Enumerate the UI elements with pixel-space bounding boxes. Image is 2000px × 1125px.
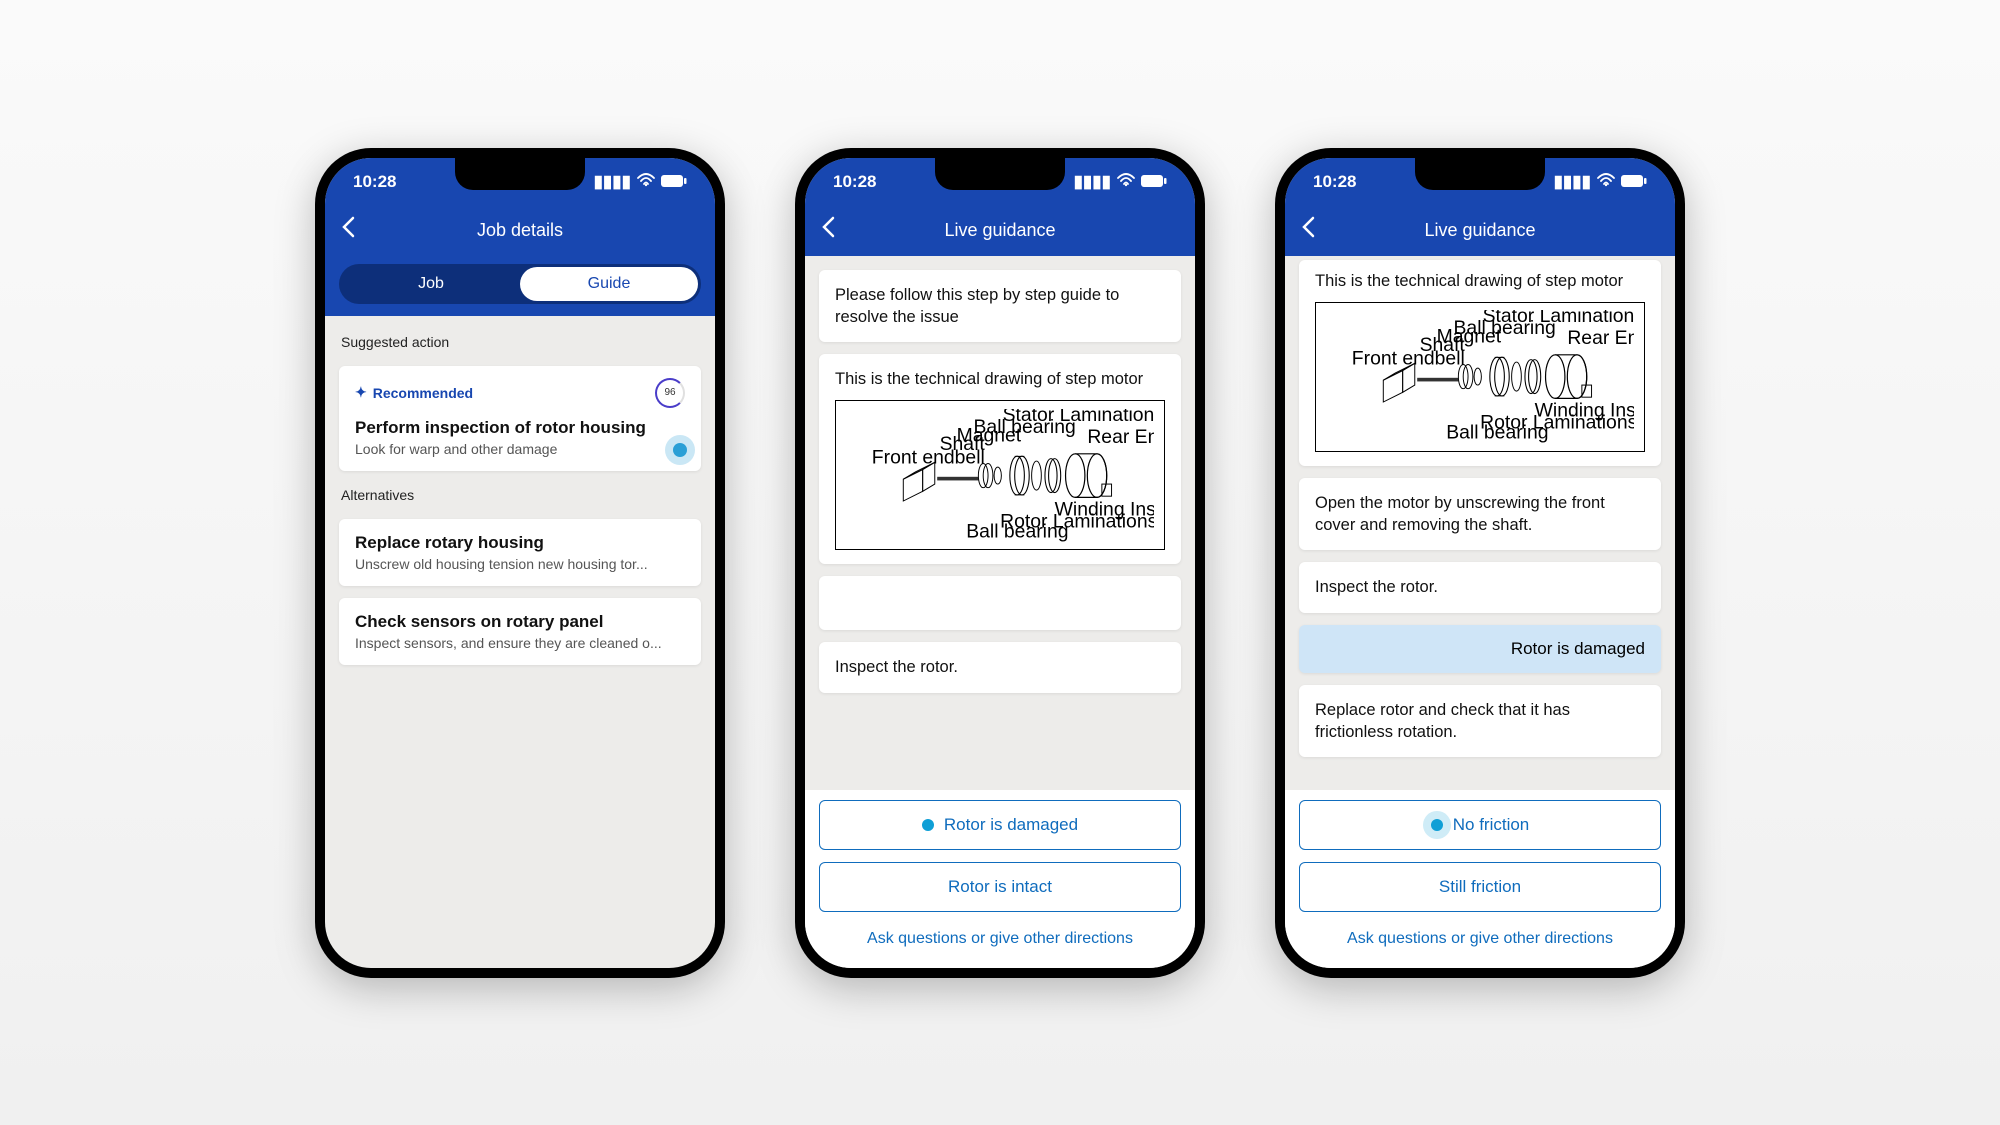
drawing-card: This is the technical drawing of step mo… [819,354,1181,564]
ask-link[interactable]: Ask questions or give other directions [1299,924,1661,950]
alt-title: Replace rotary housing [355,533,685,553]
intro-text: Please follow this step by step guide to… [835,284,1165,329]
alt-card[interactable]: Replace rotary housing Unscrew old housi… [339,519,701,586]
option-label: Rotor is damaged [944,815,1078,835]
recommended-badge: ✦ Recommended [355,384,473,401]
bottom-actions: No friction Still friction Ask questions… [1285,790,1675,968]
technical-drawing [1315,302,1645,452]
back-button[interactable] [1301,216,1315,245]
option-label: No friction [1453,815,1530,835]
tab-job[interactable]: Job [342,267,520,301]
section-alternatives: Alternatives [339,483,701,507]
signal-icon: ▮▮▮▮ [1554,172,1591,192]
alt-sub: Inspect sensors, and ensure they are cle… [355,635,685,651]
score-value: 96 [664,387,675,398]
tab-bar: Job Guide [325,256,715,316]
status-time: 10:28 [833,172,876,192]
content-area: Please follow this step by step guide to… [805,256,1195,790]
battery-icon [1141,172,1167,192]
tab-guide[interactable]: Guide [520,267,698,301]
drawing-caption: This is the technical drawing of step mo… [835,368,1165,390]
header-title: Job details [325,220,715,241]
notch [1415,158,1545,190]
header-title: Live guidance [1285,220,1675,241]
battery-icon [661,172,687,192]
header-title: Live guidance [805,220,1195,241]
highlight-dot-icon [1431,819,1443,831]
phone-job-details: 10:28 ▮▮▮▮ Job details Job Guide [315,148,725,978]
ask-link[interactable]: Ask questions or give other directions [819,924,1181,950]
signal-icon: ▮▮▮▮ [1074,172,1111,192]
bottom-actions: Rotor is damaged Rotor is intact Ask que… [805,790,1195,968]
recommended-sub: Look for warp and other damage [355,441,685,457]
content-area: This is the technical drawing of step mo… [1285,256,1675,790]
content-area: Suggested action ✦ Recommended 96 Perfor… [325,316,715,968]
step-text: Open the motor by unscrewing the front c… [1315,492,1645,537]
sparkle-icon: ✦ [355,384,367,401]
recommended-card[interactable]: ✦ Recommended 96 Perform inspection of r… [339,366,701,471]
wifi-icon [1597,172,1615,192]
option-still-friction[interactable]: Still friction [1299,862,1661,912]
status-icons: ▮▮▮▮ [1074,172,1167,192]
back-button[interactable] [341,216,355,245]
signal-icon: ▮▮▮▮ [594,172,631,192]
notch [455,158,585,190]
option-rotor-damaged[interactable]: Rotor is damaged [819,800,1181,850]
recommended-label: Recommended [373,385,473,401]
highlight-dot-icon [673,443,687,457]
highlight-dot-icon [922,819,934,831]
section-suggested: Suggested action [339,330,701,354]
step-card: Open the motor by unscrewing the front c… [1299,478,1661,551]
blank-card [819,576,1181,630]
wifi-icon [637,172,655,192]
option-no-friction[interactable]: No friction [1299,800,1661,850]
user-response-card: Rotor is damaged [1299,625,1661,673]
app-header: Live guidance [805,206,1195,256]
app-header: Job details [325,206,715,256]
phone-live-guidance-2: 10:28 ▮▮▮▮ Live guidance This is the tec… [1275,148,1685,978]
step-text: Replace rotor and check that it has fric… [1315,699,1645,744]
option-label: Still friction [1439,877,1521,897]
app-header: Live guidance [1285,206,1675,256]
alt-title: Check sensors on rotary panel [355,612,685,632]
wifi-icon [1117,172,1135,192]
option-label: Rotor is intact [948,877,1052,897]
alt-sub: Unscrew old housing tension new housing … [355,556,685,572]
status-time: 10:28 [353,172,396,192]
battery-icon [1621,172,1647,192]
option-rotor-intact[interactable]: Rotor is intact [819,862,1181,912]
status-time: 10:28 [1313,172,1356,192]
step-text: Inspect the rotor. [1315,576,1645,598]
step-card: Replace rotor and check that it has fric… [1299,685,1661,758]
score-ring: 96 [655,378,685,408]
status-icons: ▮▮▮▮ [1554,172,1647,192]
step-text: Inspect the rotor. [835,656,1165,678]
drawing-caption: This is the technical drawing of step mo… [1315,270,1645,292]
status-icons: ▮▮▮▮ [594,172,687,192]
recommended-title: Perform inspection of rotor housing [355,418,685,438]
back-button[interactable] [821,216,835,245]
notch [935,158,1065,190]
alt-card[interactable]: Check sensors on rotary panel Inspect se… [339,598,701,665]
user-response-text: Rotor is damaged [1511,639,1645,658]
step-card: Inspect the rotor. [1299,562,1661,612]
step-card: Inspect the rotor. [819,642,1181,692]
phone-live-guidance-1: 10:28 ▮▮▮▮ Live guidance Please follow t… [795,148,1205,978]
intro-card: Please follow this step by step guide to… [819,270,1181,343]
drawing-card: This is the technical drawing of step mo… [1299,260,1661,466]
technical-drawing [835,400,1165,550]
